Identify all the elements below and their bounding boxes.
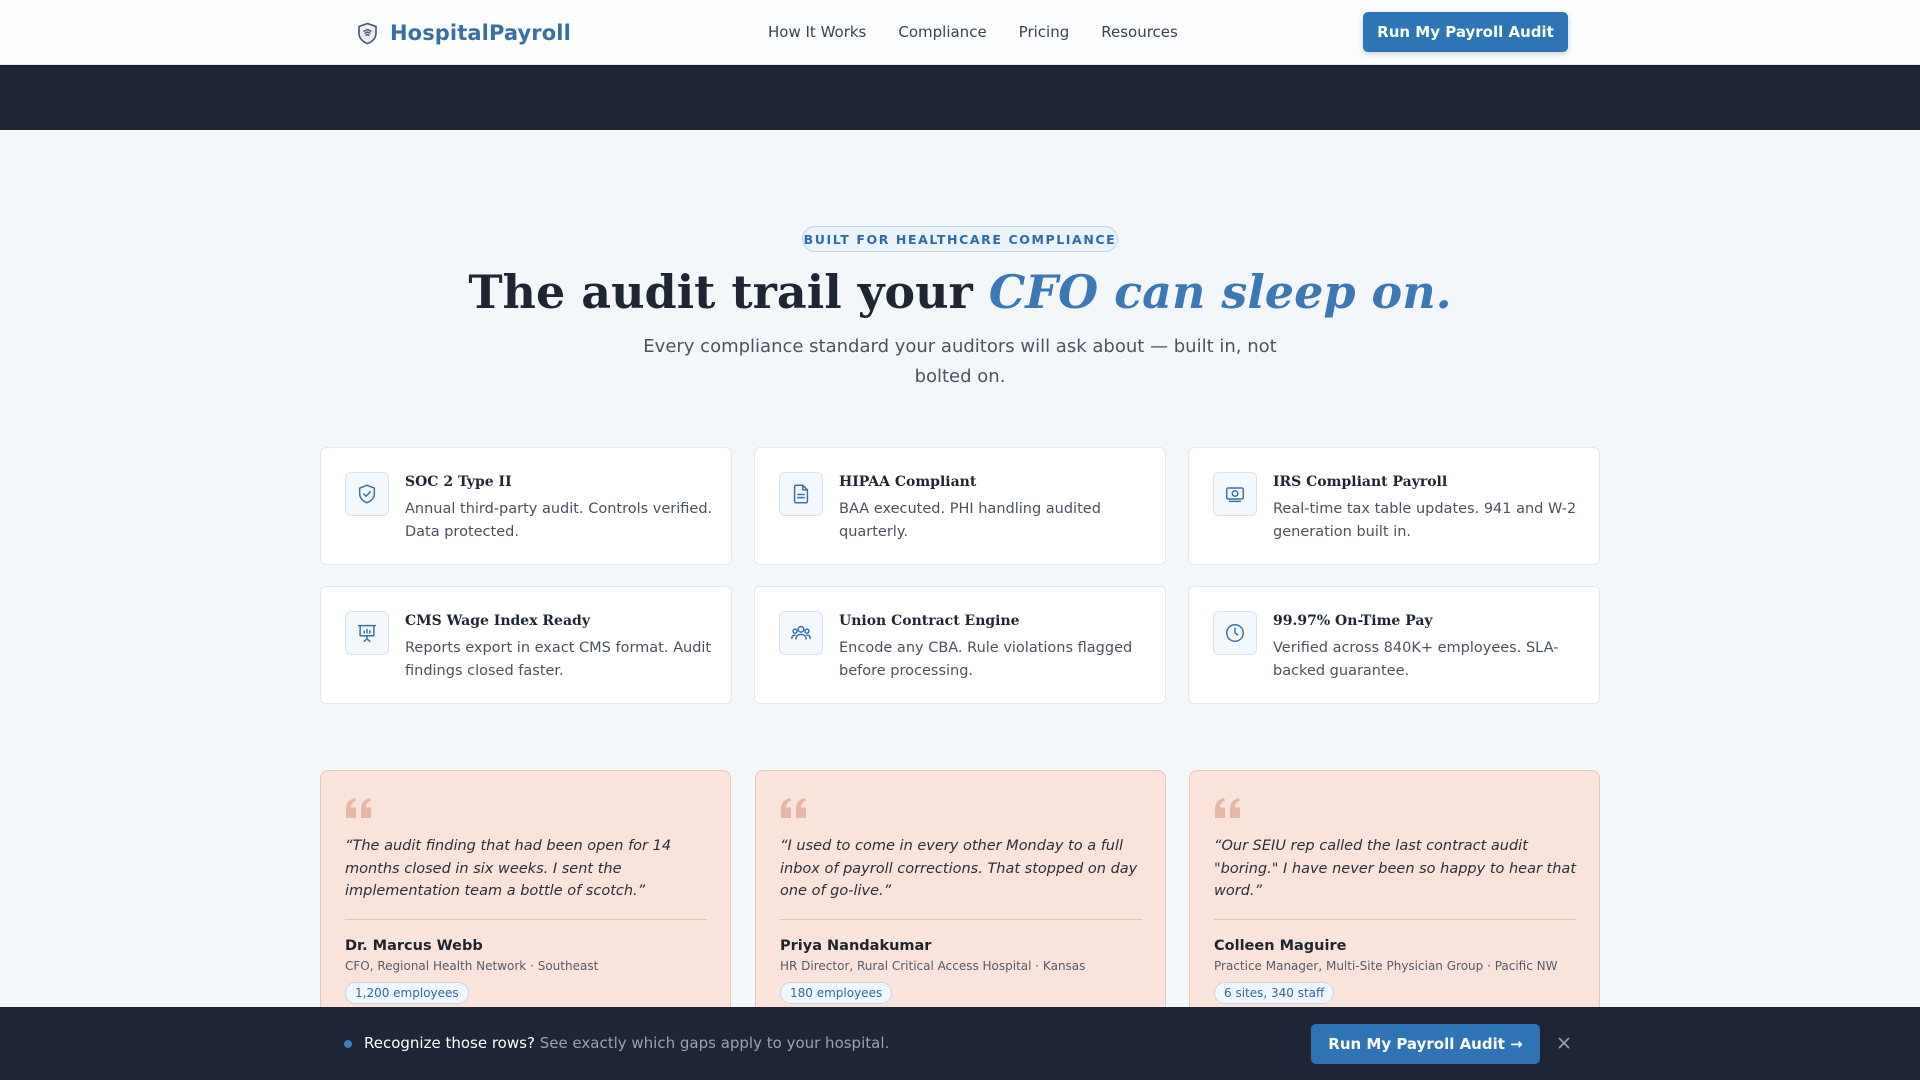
feature-description: BAA executed. PHI handling audited quart… [839, 501, 1101, 540]
feature-title: CMS Wage Index Ready [405, 613, 590, 629]
quote-mark-icon [781, 798, 806, 818]
feature-card-hipaa: HIPAA Compliant BAA executed. PHI handli… [754, 447, 1166, 565]
testimonial-role: Practice Manager, Multi-Site Physician G… [1214, 959, 1558, 973]
presentation-chart-icon [358, 624, 376, 642]
nav-compliance[interactable]: Compliance [898, 23, 986, 41]
nav-how-it-works[interactable]: How It Works [768, 23, 866, 41]
feature-description: Reports export in exact CMS format. Audi… [405, 640, 712, 679]
sticky-message-strong: Recognize those rows? [364, 1034, 535, 1052]
feature-card-on-time-pay: 99.97% On-Time Pay Verified across 840K+… [1188, 586, 1600, 704]
feature-description: Annual third-party audit. Controls verif… [405, 501, 713, 540]
feature-card-soc2: SOC 2 Type II Annual third-party audit. … [320, 447, 732, 565]
feature-card-irs: IRS Compliant Payroll Real-time tax tabl… [1188, 447, 1600, 565]
testimonial-size-tag: 180 employees [780, 982, 893, 1004]
feature-icon-box [345, 611, 389, 655]
feature-description: Verified across 840K+ employees. SLA-bac… [1273, 640, 1559, 679]
testimonial-quote: “Our SEIU rep called the last contract a… [1214, 838, 1577, 899]
sticky-run-audit-button[interactable]: Run My Payroll Audit → [1311, 1024, 1540, 1064]
testimonial-quote: “I used to come in every other Monday to… [780, 838, 1138, 899]
feature-card-cms: CMS Wage Index Ready Reports export in e… [320, 586, 732, 704]
quote-mark-icon [346, 798, 371, 818]
feature-card-union: Union Contract Engine Encode any CBA. Ru… [754, 586, 1166, 704]
testimonial-divider [345, 919, 707, 920]
hero-subtitle: Every compliance standard your auditors … [643, 336, 1277, 387]
compliance-badge: BUILT FOR HEALTHCARE COMPLIANCE [802, 226, 1118, 252]
nav-resources[interactable]: Resources [1101, 23, 1178, 41]
main-nav: How It Works Compliance Pricing Resource… [768, 20, 1178, 44]
feature-title: HIPAA Compliant [839, 474, 977, 490]
feature-icon-box [345, 472, 389, 516]
feature-title: SOC 2 Type II [405, 474, 512, 490]
brand-name: HospitalPayroll [390, 21, 571, 45]
feature-icon-box [779, 472, 823, 516]
testimonial-role: CFO, Regional Health Network · Southeast [345, 959, 599, 973]
testimonial-quote: “The audit finding that had been open fo… [345, 838, 672, 899]
users-icon [791, 625, 811, 640]
testimonial-author: Dr. Marcus Webb [345, 938, 483, 954]
testimonial-size-tag: 6 sites, 340 staff [1214, 982, 1335, 1004]
hero-title-accent: CFO can sleep on. [988, 265, 1452, 319]
feature-icon-box [1213, 472, 1257, 516]
shield-logo-icon [358, 22, 377, 44]
site-header: HospitalPayroll How It Works Compliance … [0, 0, 1920, 65]
sticky-cta-bar: Recognize those rows? See exactly which … [0, 1007, 1920, 1080]
testimonial-divider [1214, 919, 1576, 920]
status-dot [344, 1040, 352, 1048]
brand-logo[interactable]: HospitalPayroll [357, 18, 571, 48]
hero-title-plain: The audit trail your [468, 265, 989, 319]
testimonial-role: HR Director, Rural Critical Access Hospi… [780, 959, 1086, 973]
close-sticky-button[interactable] [1554, 1033, 1574, 1053]
close-icon [1558, 1037, 1570, 1049]
dark-band [0, 65, 1920, 130]
clock-icon [1226, 624, 1244, 642]
sticky-message: Recognize those rows? See exactly which … [364, 1034, 889, 1052]
feature-title: Union Contract Engine [839, 613, 1020, 629]
testimonial-author: Colleen Maguire [1214, 938, 1347, 954]
banknote-icon [1226, 487, 1244, 503]
sticky-message-muted: See exactly which gaps apply to your hos… [539, 1034, 890, 1052]
feature-icon-box [779, 611, 823, 655]
testimonial-size-tag: 1,200 employees [345, 982, 469, 1004]
shield-check-icon [358, 484, 376, 504]
feature-icon-box [1213, 611, 1257, 655]
feature-description: Real-time tax table updates. 941 and W-2… [1273, 501, 1577, 540]
feature-title: 99.97% On-Time Pay [1273, 613, 1433, 629]
testimonial-divider [780, 919, 1142, 920]
testimonial-author: Priya Nandakumar [780, 938, 932, 954]
feature-title: IRS Compliant Payroll [1273, 474, 1448, 490]
hero-title: The audit trail your CFO can sleep on. [0, 262, 1920, 322]
run-payroll-audit-button[interactable]: Run My Payroll Audit [1363, 12, 1568, 52]
nav-pricing[interactable]: Pricing [1019, 23, 1070, 41]
feature-description: Encode any CBA. Rule violations flagged … [839, 640, 1133, 679]
document-icon [793, 484, 809, 504]
quote-mark-icon [1215, 798, 1240, 818]
